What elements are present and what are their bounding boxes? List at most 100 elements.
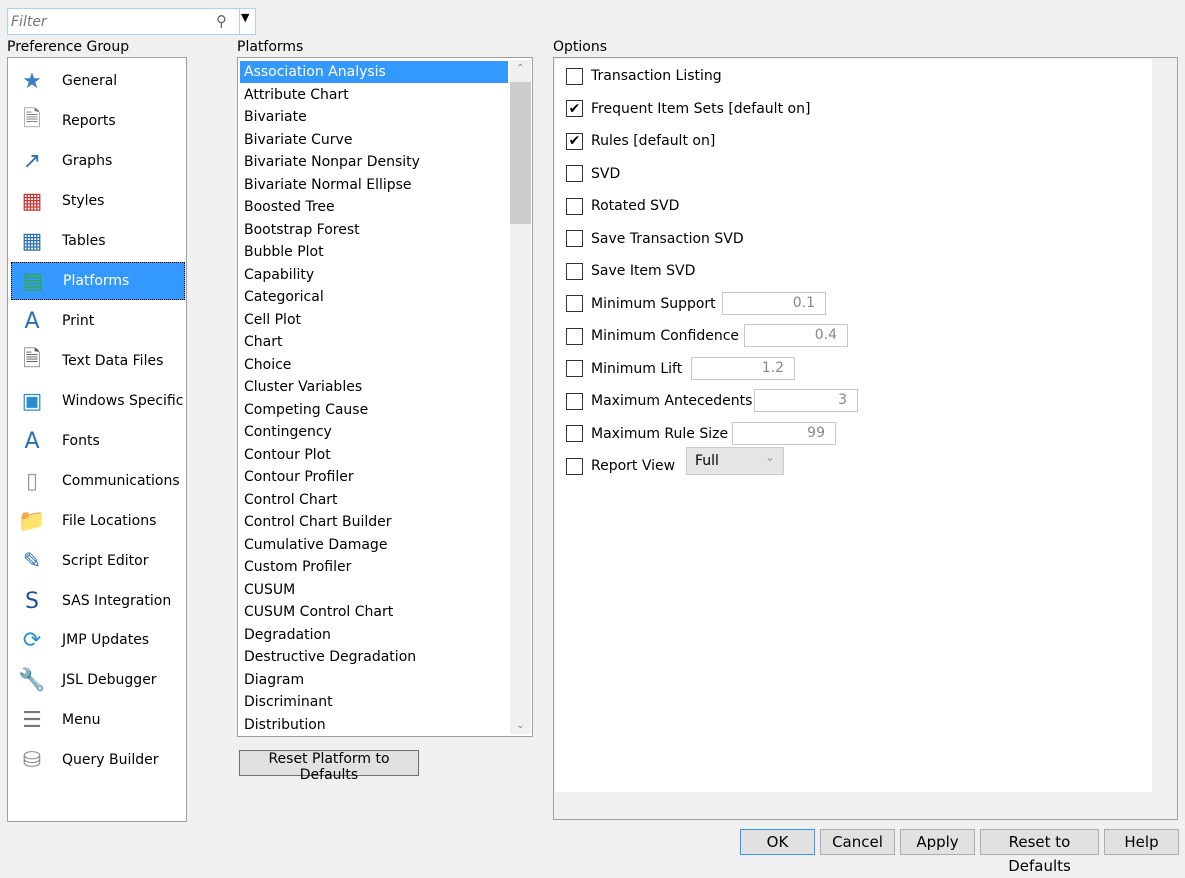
option-value-input[interactable]: 0.4 <box>744 324 848 347</box>
cancel-button[interactable]: Cancel <box>820 829 895 855</box>
platform-item[interactable]: Control Chart <box>240 489 508 511</box>
platform-item[interactable]: Contour Profiler <box>240 466 508 488</box>
option-value-input[interactable]: 1.2 <box>691 356 795 380</box>
preference-group-label: Fonts <box>62 433 100 449</box>
platforms-scrollbar[interactable]: ⌃ ⌄ <box>510 60 531 734</box>
option-checkbox[interactable] <box>566 327 583 345</box>
platform-item[interactable]: Choice <box>240 354 508 376</box>
platform-item[interactable]: Degradation <box>240 624 508 646</box>
options-vscrollbar[interactable] <box>1153 59 1176 792</box>
divider <box>239 9 240 34</box>
preference-group-jsl-debugger[interactable]: 🔧 JSL Debugger <box>11 661 185 699</box>
option-checkbox[interactable]: ✔ <box>566 132 583 150</box>
option-checkbox[interactable] <box>566 67 583 85</box>
option-label: Save Transaction SVD <box>591 230 744 247</box>
platform-item[interactable]: Bivariate Curve <box>240 129 508 151</box>
preference-group-graphs[interactable]: ↗ Graphs <box>11 142 185 180</box>
platform-item[interactable]: Control Chart Builder <box>240 511 508 533</box>
preference-group-fonts[interactable]: A Fonts <box>11 422 185 460</box>
platform-item[interactable]: Bootstrap Forest <box>240 219 508 241</box>
options-hscrollbar[interactable] <box>555 793 1152 817</box>
option-checkbox[interactable]: ✔ <box>566 100 583 117</box>
platform-item[interactable]: Categorical <box>240 286 508 308</box>
option-checkbox[interactable] <box>566 165 583 182</box>
apply-button[interactable]: Apply <box>900 829 975 855</box>
preference-group-label: Windows Specific <box>62 393 184 409</box>
preference-group-reports[interactable]: 🗎 Reports <box>11 102 185 140</box>
platform-item[interactable]: Bivariate <box>240 106 508 128</box>
filter-input[interactable] <box>11 12 211 31</box>
platform-item[interactable]: Bivariate Nonpar Density <box>240 151 508 173</box>
report-view-select[interactable]: Full ⌄ <box>686 447 784 475</box>
platform-item[interactable]: Boosted Tree <box>240 196 508 218</box>
option-value-input[interactable]: 99 <box>732 421 836 445</box>
preference-group-menu[interactable]: ☰ Menu <box>11 701 185 739</box>
platform-item[interactable]: Diagram <box>240 669 508 691</box>
option-label: Minimum Lift <box>591 360 683 377</box>
option-value-input[interactable]: 3 <box>754 389 858 412</box>
wrench-icon: 🔧 <box>18 667 46 693</box>
preference-group-print[interactable]: A Print <box>11 302 185 340</box>
preference-group-file-locations[interactable]: 📁 File Locations <box>11 502 185 540</box>
option-checkbox[interactable] <box>566 457 583 475</box>
menu-icon: ☰ <box>22 707 42 733</box>
option-row: Rotated SVD <box>566 195 679 217</box>
option-checkbox[interactable] <box>566 197 583 215</box>
dropdown-arrow-icon[interactable]: ▼ <box>241 11 249 24</box>
platform-item[interactable]: Cumulative Damage <box>240 534 508 556</box>
preference-group-jmp-updates[interactable]: ⟳ JMP Updates <box>11 621 185 659</box>
preference-group-styles[interactable]: ▦ Styles <box>11 182 185 220</box>
preference-group-script-editor[interactable]: ✎ Script Editor <box>11 542 185 580</box>
ok-button[interactable]: OK <box>740 829 815 855</box>
preference-group-label: Styles <box>62 193 105 209</box>
platform-item[interactable]: Chart <box>240 331 508 353</box>
checkmark-icon: ✔ <box>568 100 581 117</box>
platform-item[interactable]: CUSUM Control Chart <box>240 601 508 623</box>
sas-icon: S <box>25 588 39 614</box>
platform-item[interactable]: Bivariate Normal Ellipse <box>240 174 508 196</box>
platform-item[interactable]: Association Analysis <box>240 61 508 83</box>
preference-group-sas-integration[interactable]: S SAS Integration <box>11 582 185 620</box>
platform-item[interactable]: Attribute Chart <box>240 84 508 106</box>
scroll-up-icon[interactable]: ⌃ <box>510 63 531 74</box>
help-button[interactable]: Help <box>1104 829 1179 855</box>
database-icon: ⛁ <box>22 747 42 773</box>
preference-group-text-data-files[interactable]: 🗎 Text Data Files <box>11 342 185 380</box>
option-label: Transaction Listing <box>591 68 722 84</box>
platform-item[interactable]: Custom Profiler <box>240 556 508 578</box>
platform-item[interactable]: CUSUM <box>240 579 508 601</box>
platform-item[interactable]: Cell Plot <box>240 309 508 331</box>
preference-group-windows-specific[interactable]: ▣ Windows Specific <box>11 382 185 420</box>
platform-item[interactable]: Distribution <box>240 714 508 736</box>
option-checkbox[interactable] <box>566 230 583 247</box>
option-checkbox[interactable] <box>566 425 583 442</box>
platform-item[interactable]: Contour Plot <box>240 444 508 466</box>
option-checkbox[interactable] <box>566 262 583 280</box>
scrollbar-thumb[interactable] <box>510 82 531 224</box>
filter-box: ⚲ ▼ <box>7 8 256 35</box>
platform-item[interactable]: Discriminant <box>240 691 508 713</box>
preference-group-query-builder[interactable]: ⛁ Query Builder <box>11 741 185 779</box>
preference-group-general[interactable]: ★ General <box>11 62 185 100</box>
option-row: Minimum Confidence <box>566 325 739 347</box>
platform-item[interactable]: Capability <box>240 264 508 286</box>
platform-item[interactable]: Bubble Plot <box>240 241 508 263</box>
preference-group-tables[interactable]: ▦ Tables <box>11 222 185 260</box>
reset-platform-button[interactable]: Reset Platform to Defaults <box>239 750 419 783</box>
preference-group-platforms[interactable]: ▤ Platforms <box>11 262 185 300</box>
option-checkbox[interactable] <box>566 295 583 312</box>
platform-item[interactable]: Cluster Variables <box>240 376 508 398</box>
option-checkbox[interactable] <box>566 392 583 410</box>
platform-item[interactable]: Destructive Degradation <box>240 646 508 668</box>
search-icon[interactable]: ⚲ <box>216 12 227 30</box>
preference-group-list: ★ General 🗎 Reports ↗ Graphs ▦ Styles ▦ Tables ▤ Pl… <box>7 57 187 822</box>
platform-item[interactable]: Competing Cause <box>240 399 508 421</box>
option-checkbox[interactable] <box>566 360 583 377</box>
option-value-input[interactable]: 0.1 <box>722 291 826 315</box>
styles-icon: ▦ <box>21 188 43 214</box>
scroll-down-icon[interactable]: ⌄ <box>510 720 531 731</box>
option-row: Transaction Listing <box>566 65 722 87</box>
preference-group-communications[interactable]: ▯ Communications <box>11 462 185 500</box>
platform-item[interactable]: Contingency <box>240 421 508 443</box>
reset-to-defaults-button[interactable]: Reset to Defaults <box>980 829 1099 875</box>
